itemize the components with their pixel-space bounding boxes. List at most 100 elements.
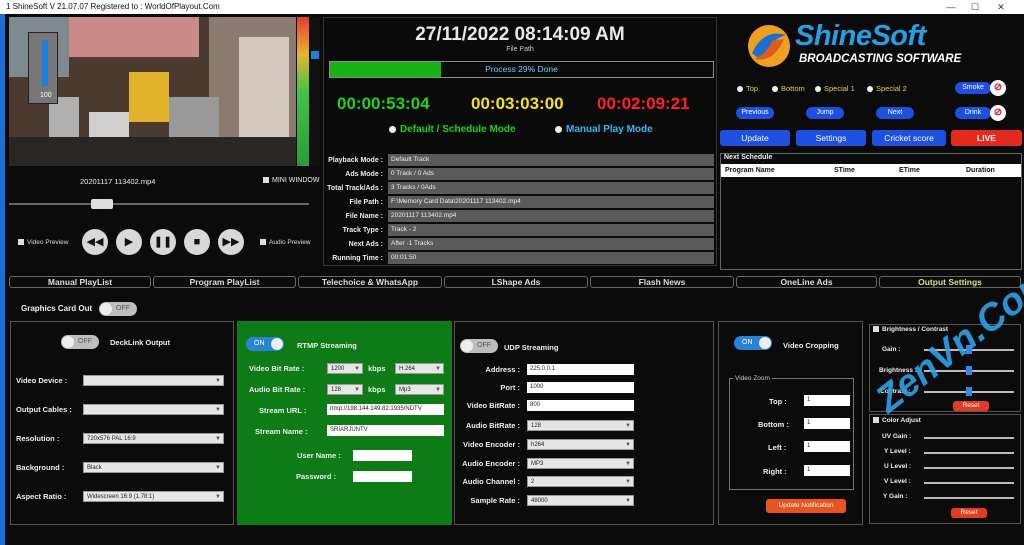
seek-slider-handle[interactable] bbox=[91, 199, 113, 209]
tab-program-playlist[interactable]: Program PlayList bbox=[153, 276, 296, 288]
shinesoft-logo-icon bbox=[748, 25, 790, 67]
toggle-label: OFF bbox=[78, 338, 92, 345]
stream-name-input[interactable]: SRIARJUNTV bbox=[327, 425, 444, 436]
forward-button[interactable]: ▶▶ bbox=[218, 229, 244, 255]
decklink-title: DeckLink Output bbox=[110, 338, 171, 347]
manual-mode-radio[interactable]: Manual Play Mode bbox=[555, 124, 653, 135]
brightness-reset-button[interactable]: Reset bbox=[953, 401, 989, 411]
maximize-icon[interactable]: ☐ bbox=[964, 0, 986, 14]
udp-field-input[interactable]: 1000 bbox=[527, 382, 634, 393]
crop-right-stepper[interactable]: 1 bbox=[804, 465, 850, 476]
rewind-button[interactable]: ◀◀ bbox=[82, 229, 108, 255]
decklink-toggle[interactable]: OFF bbox=[61, 335, 99, 349]
position-special2-radio[interactable]: Special 2 bbox=[867, 84, 907, 93]
rtmp-toggle[interactable]: ON bbox=[246, 337, 284, 351]
tab-telechoice-whatsapp[interactable]: Telechoice & WhatsApp bbox=[298, 276, 442, 288]
checkbox-icon[interactable] bbox=[873, 417, 879, 424]
aspect-ratio-select[interactable]: Widescreen 16:9 (1.78:1) ▼ bbox=[83, 491, 224, 502]
window-title: 1 ShineSoft V 21.07.07 Registered to : W… bbox=[0, 0, 1024, 14]
close-icon[interactable]: ✕ bbox=[990, 0, 1012, 14]
update-notification-button[interactable]: Update Notification bbox=[766, 499, 846, 513]
seek-slider[interactable] bbox=[9, 203, 309, 205]
live-button[interactable]: LIVE bbox=[951, 130, 1022, 146]
udp-field-select[interactable]: 128 ▼ bbox=[527, 420, 634, 431]
mini-window-checkbox[interactable]: MINI WINDOW bbox=[263, 177, 319, 184]
tab-manual-playlist[interactable]: Manual PlayList bbox=[9, 276, 151, 288]
pause-button[interactable]: ❚❚ bbox=[150, 229, 176, 255]
v-level-slider[interactable] bbox=[924, 482, 1014, 484]
next-button[interactable]: Next bbox=[876, 107, 914, 119]
update-button[interactable]: Update bbox=[720, 130, 790, 146]
chevron-down-icon: ▼ bbox=[625, 423, 631, 429]
position-bottom-radio[interactable]: Bottom bbox=[772, 84, 805, 93]
udp-field-input[interactable]: 225.0.0.1 bbox=[527, 364, 634, 375]
udp-field-input[interactable]: 800 bbox=[527, 400, 634, 411]
tab-lshape-ads[interactable]: LShape Ads bbox=[444, 276, 588, 288]
password-input[interactable] bbox=[353, 471, 412, 482]
field-value: 128 bbox=[531, 423, 542, 429]
output-cables-select[interactable]: ▼ bbox=[83, 404, 224, 415]
stop-button[interactable]: ■ bbox=[184, 229, 210, 255]
stream-url-input[interactable]: rtmp://198.144.149.82:1935/NDTV bbox=[327, 404, 444, 415]
tab-oneline-ads[interactable]: OneLine Ads bbox=[736, 276, 877, 288]
video-device-select[interactable]: ▼ bbox=[83, 375, 224, 386]
default-mode-radio[interactable]: Default / Schedule Mode bbox=[389, 124, 516, 135]
progress-text: Process 29% Done bbox=[485, 64, 558, 74]
crop-bottom-stepper[interactable]: 1 bbox=[804, 418, 850, 429]
rtmp-audio-bitrate-select[interactable]: 128 ▼ bbox=[327, 384, 363, 395]
rtmp-audio-codec-select[interactable]: Mp3 ▼ bbox=[395, 384, 444, 395]
column-header[interactable]: ETime bbox=[899, 164, 920, 177]
udp-field-select[interactable]: h264 ▼ bbox=[527, 439, 634, 450]
contrast-slider-handle[interactable] bbox=[966, 387, 972, 396]
tab-flash-news[interactable]: Flash News bbox=[590, 276, 734, 288]
radio-icon bbox=[737, 86, 743, 93]
udp-field-select[interactable]: MP3 ▼ bbox=[527, 458, 634, 469]
chevron-down-icon: ▼ bbox=[215, 407, 221, 413]
uv-gain-slider[interactable] bbox=[924, 437, 1014, 439]
rtmp-video-bitrate-select[interactable]: 1200 ▼ bbox=[327, 363, 363, 374]
toggle-knob bbox=[759, 337, 771, 349]
radio-icon bbox=[815, 86, 821, 93]
user-name-input[interactable] bbox=[353, 450, 412, 461]
field-value: 48000 bbox=[531, 498, 548, 504]
column-header[interactable]: Program Name bbox=[725, 164, 775, 177]
smoke-button[interactable]: Smoke bbox=[955, 82, 991, 94]
info-label: File Path : bbox=[349, 199, 383, 206]
cricket-score-button[interactable]: Cricket score bbox=[872, 130, 946, 146]
video-preview-label: Video Preview bbox=[27, 239, 69, 246]
total-timer: 00:03:03:00 bbox=[471, 94, 564, 113]
resolution-select[interactable]: 720x576 PAL 16:9 ▼ bbox=[83, 433, 224, 444]
udp-field-select[interactable]: 2 ▼ bbox=[527, 476, 634, 487]
drink-button[interactable]: Drink bbox=[955, 107, 991, 119]
column-header[interactable]: Duration bbox=[966, 164, 995, 177]
rtmp-video-codec-select[interactable]: H.264 ▼ bbox=[395, 363, 444, 374]
jump-button[interactable]: Jump bbox=[806, 107, 844, 119]
previous-button[interactable]: Previous bbox=[736, 107, 774, 119]
y-level-slider[interactable] bbox=[924, 452, 1014, 454]
video-preview-checkbox[interactable]: Video Preview bbox=[18, 239, 68, 246]
udp-title: UDP Streaming bbox=[504, 343, 559, 352]
graphics-card-out-toggle[interactable]: OFF bbox=[99, 302, 137, 316]
background-select[interactable]: Black ▼ bbox=[83, 462, 224, 473]
crop-top-stepper[interactable]: 1 bbox=[804, 395, 850, 406]
brightness-slider-handle[interactable] bbox=[966, 366, 972, 375]
udp-field-select[interactable]: 48000 ▼ bbox=[527, 495, 634, 506]
column-header[interactable]: STime bbox=[834, 164, 855, 177]
chevron-down-icon: ▼ bbox=[215, 378, 221, 384]
field-value: 1000 bbox=[530, 384, 544, 390]
info-row-total-track: Total Track/Ads : 3 Tracks / 0Ads bbox=[323, 182, 717, 195]
y-gain-slider[interactable] bbox=[924, 497, 1014, 499]
position-top-radio[interactable]: Top bbox=[737, 84, 758, 93]
u-level-slider[interactable] bbox=[924, 467, 1014, 469]
checkbox-icon[interactable] bbox=[873, 326, 879, 333]
video-cropping-toggle[interactable]: ON bbox=[734, 336, 772, 350]
audio-preview-checkbox[interactable]: Audio Preview bbox=[260, 239, 311, 246]
minimize-icon[interactable]: — bbox=[940, 0, 962, 14]
color-reset-button[interactable]: Reset bbox=[951, 508, 987, 518]
position-special1-radio[interactable]: Special 1 bbox=[815, 84, 855, 93]
play-button[interactable]: ▶ bbox=[116, 229, 142, 255]
udp-toggle[interactable]: OFF bbox=[460, 339, 498, 353]
settings-button[interactable]: Settings bbox=[796, 130, 866, 146]
schedule-header: Program Name STime ETime Duration bbox=[721, 164, 1021, 177]
crop-left-stepper[interactable]: 1 bbox=[804, 441, 850, 452]
